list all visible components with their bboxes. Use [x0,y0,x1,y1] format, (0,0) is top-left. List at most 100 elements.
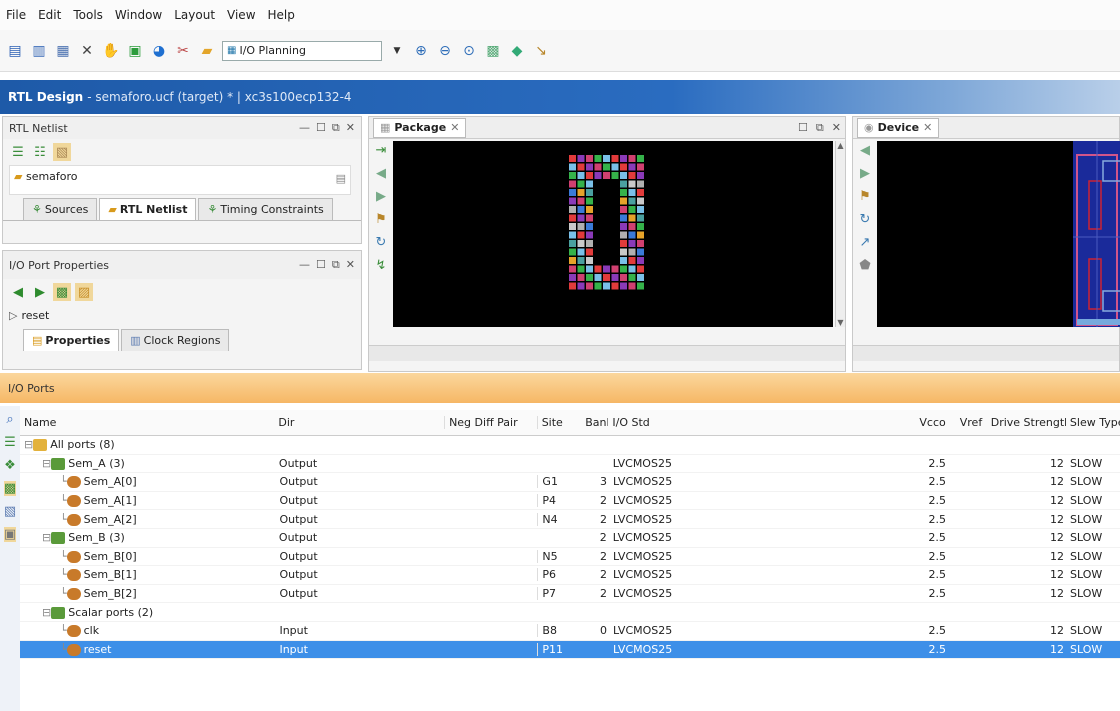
package-pin[interactable] [569,197,576,205]
package-pin[interactable] [620,180,627,188]
col-neg-diff-pair[interactable]: Neg Diff Pair [444,416,537,429]
package-pin[interactable] [586,240,593,247]
package-pin[interactable] [620,189,627,196]
pin-place-icon[interactable]: ⚑ [375,212,387,227]
table-row[interactable]: └ Sem_B[1] Output P6 2 LVCMOS25 2.5 12 SLOW [20,566,1120,585]
package-pin[interactable] [594,172,602,179]
package-pin[interactable] [594,282,602,290]
package-pin[interactable] [569,274,576,281]
package-pin[interactable] [569,155,576,162]
pin-place-icon[interactable]: ⚑ [859,189,871,204]
close-icon[interactable]: ✕ [346,121,355,135]
menu-window[interactable]: Window [115,8,162,22]
tree-toggle-icon[interactable]: ⊟ [42,457,51,470]
package-pin[interactable] [569,248,576,256]
package-pin[interactable] [620,274,627,281]
package-pin[interactable] [637,257,644,264]
delete-icon[interactable]: ▦ [54,42,72,60]
package-pin[interactable] [620,231,627,239]
package-pin[interactable] [577,265,585,273]
package-pin[interactable] [586,197,593,205]
package-pin[interactable] [569,240,576,247]
forward-arrow-icon[interactable]: ▶ [860,166,870,181]
menu-edit[interactable]: Edit [38,8,61,22]
lock-icon[interactable]: ⬟ [859,258,870,273]
package-pin[interactable] [628,231,636,239]
package-pin[interactable] [637,163,644,171]
col-slew-type[interactable]: Slew Type [1066,416,1120,429]
package-pin[interactable] [569,257,576,264]
tree-toggle-icon[interactable]: ⊟ [42,531,51,544]
package-pin[interactable] [628,257,636,264]
package-pin[interactable] [577,274,585,281]
tree-toggle-icon[interactable]: ⊟ [24,438,33,451]
package-pin[interactable] [577,223,585,230]
back-arrow-icon[interactable]: ◀ [9,283,27,301]
package-pin[interactable] [637,223,644,230]
package-pin[interactable] [637,265,644,273]
package-pin[interactable] [611,155,619,162]
open-icon[interactable]: ▥ [30,42,48,60]
package-pin[interactable] [586,265,593,273]
package-pin[interactable] [586,155,593,162]
package-pin[interactable] [611,163,619,171]
package-vscroll[interactable]: ▲ ▼ [835,141,845,327]
package-pin[interactable] [620,223,627,230]
settings-icon[interactable]: ▣ [126,42,144,60]
package-pin[interactable] [577,155,585,162]
cut-icon[interactable]: ✕ [78,42,96,60]
package-pin[interactable] [603,155,610,162]
menu-tools[interactable]: Tools [73,8,103,22]
package-pin[interactable] [628,155,636,162]
table-row[interactable]: ⊟ Sem_A (3) Output LVCMOS25 2.5 12 SLOW [20,455,1120,474]
minimize-icon[interactable]: — [299,258,310,272]
package-pin[interactable] [620,155,627,162]
package-pin[interactable] [637,240,644,247]
package-pin[interactable] [620,248,627,256]
package-pin[interactable] [577,180,585,188]
pin-props-icon[interactable]: ▨ [75,283,93,301]
scroll-down-icon[interactable]: ▼ [837,318,843,327]
tools-icon[interactable]: ◕ [150,42,168,60]
table-row[interactable]: ⊟ Sem_B (3) Output 2 LVCMOS25 2.5 12 SLOW [20,529,1120,548]
package-pin[interactable] [569,231,576,239]
package-pin[interactable] [586,180,593,188]
package-pin[interactable] [628,206,636,213]
package-canvas[interactable] [393,141,833,327]
package-pin[interactable] [569,163,576,171]
package-hscroll[interactable] [369,345,845,361]
col-dir[interactable]: Dir [274,416,444,429]
package-pin[interactable] [569,214,576,222]
package-pin[interactable] [628,180,636,188]
package-pin[interactable] [628,265,636,273]
package-pin[interactable] [620,163,627,171]
device-hscroll[interactable] [853,345,1119,361]
col-site[interactable]: Site [536,416,581,429]
package-pin[interactable] [611,172,619,179]
col-bank[interactable]: Bank [581,416,608,429]
table-row[interactable]: └ reset Input P11 LVCMOS25 2.5 12 SLOW [20,640,1120,660]
table-row[interactable]: ⊟ Scalar ports (2) [20,603,1120,622]
package-pin[interactable] [620,265,627,273]
package-pin[interactable] [628,189,636,196]
io-props-item[interactable]: reset [21,309,49,322]
package-pin[interactable] [628,223,636,230]
package-pin[interactable] [586,189,593,196]
package-pin[interactable] [586,206,593,213]
refresh-icon[interactable]: ↻ [860,212,871,227]
package-pin[interactable] [620,206,627,213]
col-vcco[interactable]: Vcco [890,416,956,429]
package-pin[interactable] [628,214,636,222]
package-pin[interactable] [620,240,627,247]
package-pin[interactable] [569,282,576,290]
table-row[interactable]: └ Sem_A[1] Output P4 2 LVCMOS25 2.5 12 SLOW [20,492,1120,511]
package-pin[interactable] [637,172,644,179]
table-row[interactable]: └ Sem_B[0] Output N5 2 LVCMOS25 2.5 12 SLOW [20,548,1120,567]
package-pin[interactable] [577,214,585,222]
forward-arrow-icon[interactable]: ▶ [31,283,49,301]
package-pin[interactable] [637,180,644,188]
restore-icon[interactable]: ☐ [798,121,808,135]
package-pin[interactable] [577,248,585,256]
back-arrow-icon[interactable]: ◀ [860,143,870,158]
package-pin[interactable] [628,248,636,256]
